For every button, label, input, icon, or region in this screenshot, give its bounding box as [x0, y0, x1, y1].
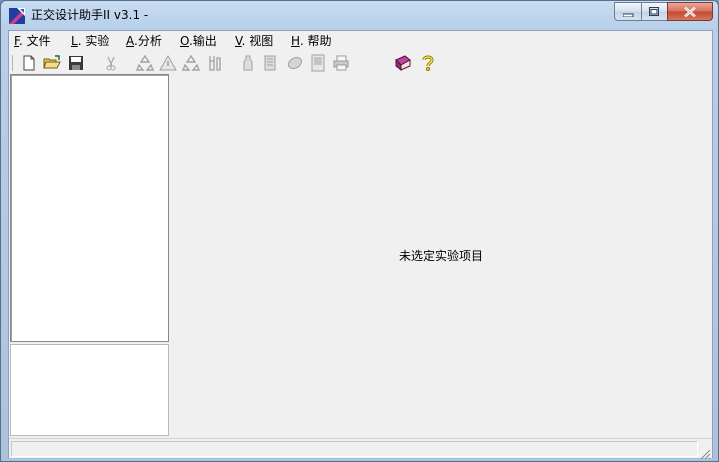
maximize-button[interactable] — [641, 2, 667, 21]
status-pane — [11, 441, 698, 457]
new-file-button[interactable] — [20, 54, 38, 72]
menu-output[interactable]: O.输出 — [180, 34, 217, 49]
bottle-icon — [239, 54, 257, 72]
page-button[interactable] — [309, 54, 327, 72]
warning-button[interactable] — [159, 54, 177, 72]
book-icon — [394, 54, 412, 72]
print-button[interactable] — [332, 54, 350, 72]
recycle-button-1[interactable] — [136, 54, 154, 72]
menu-experiment-key: L — [71, 34, 78, 48]
menu-view-key: V — [235, 34, 242, 48]
minimize-button[interactable] — [614, 2, 641, 21]
cut-icon — [102, 54, 120, 72]
manual-button[interactable] — [394, 54, 412, 72]
page-icon — [309, 54, 327, 72]
close-button[interactable] — [667, 2, 713, 21]
main-view[interactable]: 未选定实验项目 — [170, 74, 712, 436]
printer-icon — [332, 54, 350, 72]
caption-buttons — [614, 2, 713, 22]
menu-view-label: . 视图 — [241, 34, 274, 48]
menu-output-key: O — [180, 34, 189, 48]
application-window: 正交设计助手II v3.1 - F. 文件 L. 实验 A.分析 O.输出 V.… — [0, 0, 719, 462]
maximize-icon — [649, 2, 660, 21]
status-bar — [9, 438, 712, 460]
menu-analysis-label: .分析 — [134, 34, 162, 48]
menu-bar: F. 文件 L. 实验 A.分析 O.输出 V. 视图 H. 帮助 — [9, 31, 712, 52]
open-button[interactable] — [43, 54, 61, 72]
menu-help-label: . 帮助 — [299, 34, 332, 48]
recycle-button-2[interactable] — [182, 54, 200, 72]
window-title: 正交设计助手II v3.1 - — [31, 8, 149, 22]
recycle-icon — [182, 54, 200, 72]
menu-file-label: . 文件 — [18, 34, 51, 48]
save-button[interactable] — [67, 54, 85, 72]
no-project-message: 未选定实验项目 — [398, 249, 483, 263]
help-button[interactable] — [419, 54, 437, 72]
size-grip-icon[interactable] — [699, 445, 711, 460]
wrench-icon — [205, 54, 223, 72]
warning-icon — [159, 54, 177, 72]
document-icon — [261, 54, 279, 72]
experiment-tree-panel[interactable] — [10, 74, 169, 342]
close-icon — [684, 2, 696, 21]
menu-file[interactable]: F. 文件 — [14, 34, 51, 49]
menu-view[interactable]: V. 视图 — [235, 34, 273, 49]
client-area: F. 文件 L. 实验 A.分析 O.输出 V. 视图 H. 帮助 未选定实验项… — [8, 30, 713, 460]
menu-help-key: H — [291, 34, 300, 48]
menu-analysis-key: A — [126, 34, 134, 48]
save-icon — [67, 54, 85, 72]
toolbar — [9, 52, 712, 74]
menu-experiment-label: . 实验 — [77, 34, 110, 48]
oval-icon — [286, 54, 304, 72]
title-bar[interactable]: 正交设计助手II v3.1 - — [1, 1, 718, 29]
menu-analysis[interactable]: A.分析 — [126, 34, 162, 49]
help-icon — [419, 54, 437, 72]
menu-output-label: .输出 — [188, 34, 217, 48]
cut-button[interactable] — [102, 54, 120, 72]
toolbar-grip[interactable] — [12, 55, 13, 71]
recycle-icon — [136, 54, 154, 72]
menu-experiment[interactable]: L. 实验 — [71, 34, 109, 49]
app-logo-icon — [8, 7, 26, 25]
new-file-icon — [20, 54, 38, 72]
document-button[interactable] — [261, 54, 279, 72]
oval-button[interactable] — [286, 54, 304, 72]
minimize-icon — [622, 2, 634, 21]
menu-help[interactable]: H. 帮助 — [291, 34, 331, 49]
experiment-info-panel[interactable] — [10, 344, 169, 436]
bottle-button[interactable] — [239, 54, 257, 72]
wrench-button[interactable] — [205, 54, 223, 72]
open-folder-icon — [43, 54, 61, 72]
